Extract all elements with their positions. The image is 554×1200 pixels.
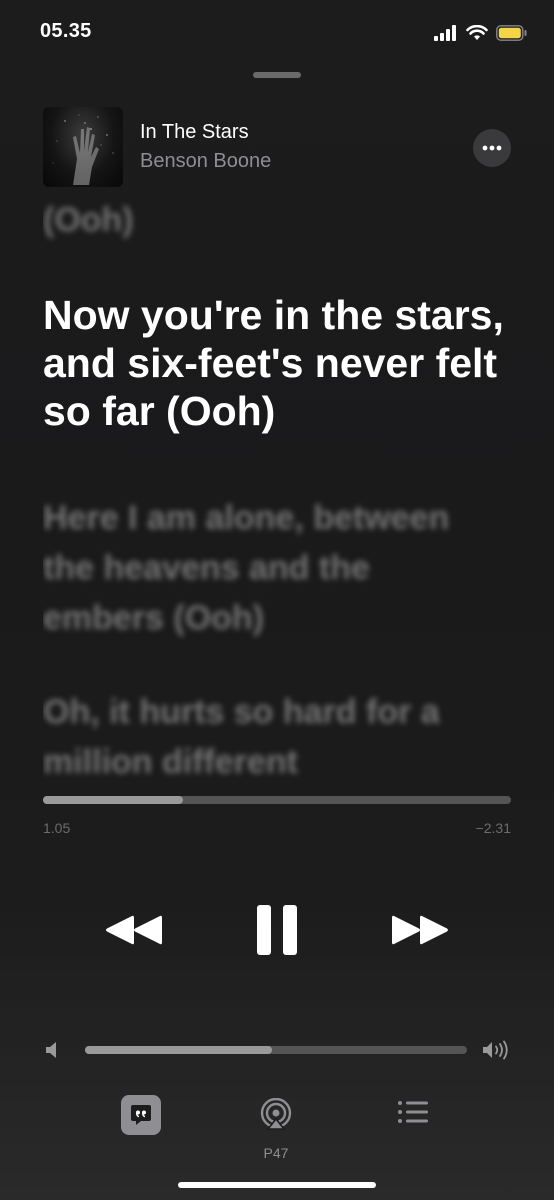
battery-icon [496, 25, 527, 41]
volume-low-icon [46, 1042, 56, 1058]
status-time: 05.35 [40, 20, 92, 42]
lyric-line-next-2[interactable]: Oh, it hurts so hard for a million diffe… [43, 687, 473, 780]
queue-button[interactable] [393, 1100, 433, 1134]
volume-level-fill [85, 1046, 273, 1054]
pause-icon [257, 905, 297, 955]
more-options-button[interactable] [473, 129, 511, 167]
airplay-device-label: P47 [263, 1145, 289, 1161]
album-artwork[interactable] [43, 107, 123, 187]
airplay-icon [260, 1098, 292, 1130]
volume-high-icon [483, 1040, 508, 1060]
fast-forward-button[interactable] [388, 905, 454, 955]
pause-button[interactable] [250, 900, 304, 960]
lyric-line-previous[interactable]: (Ooh) [43, 195, 134, 245]
sheet-grabber[interactable] [253, 72, 301, 78]
artwork-hand-image [52, 114, 114, 185]
airplay-button[interactable] [256, 1098, 296, 1138]
home-indicator[interactable] [178, 1182, 376, 1188]
playback-scrubber[interactable] [43, 796, 511, 804]
volume-slider[interactable] [85, 1046, 467, 1054]
lyric-line-next[interactable]: Here I am alone, between the heavens and… [43, 493, 483, 643]
cellular-signal-icon [434, 25, 456, 41]
lyrics-view[interactable]: (Ooh) Now you're in the stars, and six-f… [43, 195, 523, 780]
playback-progress-fill [43, 796, 184, 804]
lyric-line-current[interactable]: Now you're in the stars, and six-feet's … [43, 291, 513, 435]
status-icons [434, 20, 528, 46]
list-icon [398, 1101, 428, 1123]
now-playing-header: In The Stars Benson Boone [43, 107, 511, 187]
lyrics-button[interactable] [121, 1095, 161, 1135]
rewind-icon [106, 915, 162, 945]
elapsed-time: 1.05 [43, 820, 71, 836]
song-title: In The Stars [140, 121, 249, 143]
quote-bubble-icon [131, 1105, 151, 1125]
wifi-icon [466, 25, 488, 40]
rewind-button[interactable] [100, 905, 166, 955]
fast-forward-icon [392, 915, 448, 945]
remaining-time: −2.31 [475, 820, 511, 836]
ellipsis-icon [482, 145, 502, 151]
song-artist[interactable]: Benson Boone [140, 150, 271, 173]
